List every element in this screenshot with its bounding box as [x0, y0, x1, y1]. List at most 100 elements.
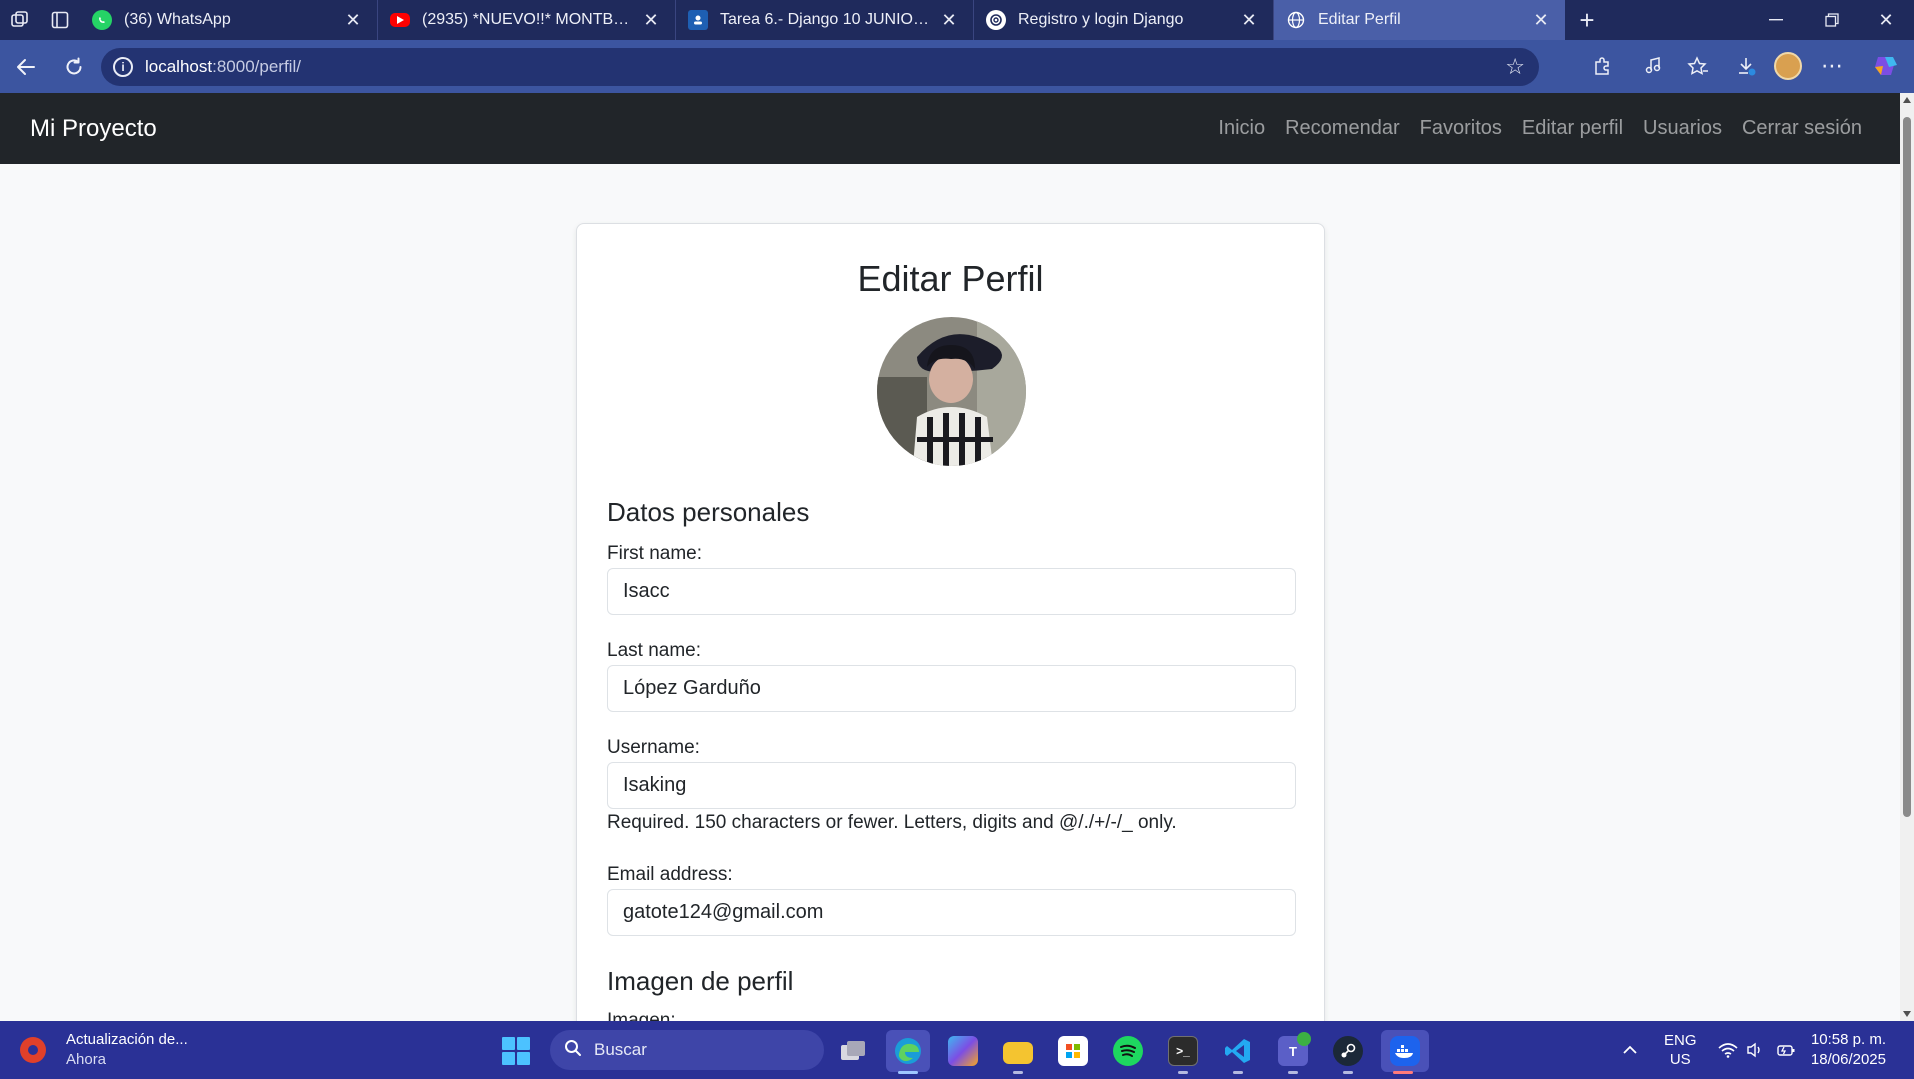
show-hidden-icons-icon[interactable] [1622, 1021, 1638, 1079]
refresh-icon[interactable] [52, 45, 96, 89]
username-label: Username: [607, 737, 700, 758]
youtube-icon [390, 13, 410, 27]
brand-logo[interactable]: Mi Proyecto [30, 115, 157, 143]
favorite-star-icon[interactable]: ☆ [1505, 54, 1525, 80]
docker-icon[interactable] [1381, 1030, 1429, 1074]
first-name-label: First name: [607, 543, 703, 564]
nav-link-editar-perfil[interactable]: Editar perfil [1522, 117, 1623, 140]
nav-link-favoritos[interactable]: Favoritos [1420, 117, 1502, 140]
scroll-down-icon[interactable] [1903, 1011, 1911, 1017]
task-view-icon[interactable] [831, 1030, 875, 1072]
clock-time: 10:58 p. m. [1810, 1031, 1886, 1048]
back-icon[interactable] [4, 45, 48, 89]
tab-tarea[interactable]: Tarea 6.- Django 10 JUNIO 2025 ✕ [676, 0, 974, 40]
notification-subtitle: Ahora [66, 1051, 107, 1068]
steam-icon[interactable] [1326, 1030, 1370, 1074]
close-icon[interactable]: ✕ [343, 10, 363, 31]
clock-date: 18/06/2025 [1810, 1051, 1886, 1068]
section-heading-imagen-de-perfil: Imagen de perfil [607, 966, 794, 996]
close-icon[interactable]: ✕ [939, 10, 959, 31]
microsoft-store-icon[interactable] [1051, 1030, 1095, 1072]
teams-icon[interactable]: T [1271, 1030, 1315, 1074]
scroll-up-icon[interactable] [1903, 97, 1911, 103]
url-path: :8000/perfil/ [212, 57, 301, 76]
new-tab-icon[interactable]: + [1565, 0, 1609, 40]
tab-title: Tarea 6.- Django 10 JUNIO 2025 [720, 11, 929, 28]
status-badge [1297, 1032, 1311, 1046]
whatsapp-icon [92, 10, 112, 30]
first-name-field[interactable]: Isacc [607, 568, 1296, 615]
copilot-icon[interactable] [1864, 44, 1908, 88]
avatar [877, 317, 1026, 466]
spotify-icon[interactable] [1106, 1030, 1150, 1072]
windows-taskbar: Actualización de... Ahora Buscar >_ T EN… [0, 1021, 1914, 1079]
last-name-label: Last name: [607, 640, 701, 661]
downloads-icon[interactable] [1724, 44, 1768, 88]
url-host: localhost [145, 57, 213, 76]
volume-icon[interactable] [1746, 1021, 1764, 1079]
tab-title: Registro y login Django [1018, 11, 1184, 28]
tab-youtube[interactable]: (2935) *NUEVO!!* MONTBLANC - ... ✕ [378, 0, 676, 40]
nav-link-recomendar[interactable]: Recomendar [1285, 117, 1400, 140]
edge-taskbar-icon[interactable] [886, 1030, 930, 1074]
tab-title: Editar Perfil [1318, 11, 1401, 28]
tab-registro[interactable]: Registro y login Django ✕ [974, 0, 1274, 40]
system-clock[interactable]: 10:58 p. m. 18/06/2025 [1811, 1030, 1886, 1070]
profile-card: Editar Perfil Datos personales First nam… [576, 223, 1325, 1043]
copilot-taskbar-icon[interactable] [941, 1030, 985, 1072]
username-help-text: Required. 150 characters or fewer. Lette… [607, 812, 1177, 833]
restore-icon[interactable] [1804, 0, 1860, 40]
classroom-icon [688, 10, 708, 30]
close-icon[interactable]: ✕ [1531, 10, 1551, 31]
search-icon [564, 1039, 582, 1062]
wifi-icon[interactable] [1718, 1021, 1738, 1079]
vertical-tabs-icon[interactable] [40, 0, 80, 40]
file-explorer-icon[interactable] [996, 1030, 1040, 1074]
nav-link-cerrar-sesion[interactable]: Cerrar sesión [1742, 117, 1862, 140]
start-icon[interactable] [502, 1037, 530, 1065]
site-navbar: Mi Proyecto Inicio Recomendar Favoritos … [0, 93, 1900, 164]
page-scrollbar[interactable] [1900, 93, 1914, 1021]
minimize-icon[interactable] [1748, 0, 1804, 40]
tab-whatsapp[interactable]: (36) WhatsApp ✕ [80, 0, 378, 40]
email-label: Email address: [607, 864, 733, 885]
nav-links: Inicio Recomendar Favoritos Editar perfi… [1218, 117, 1862, 140]
taskbar-search[interactable]: Buscar [550, 1030, 824, 1070]
nav-link-usuarios[interactable]: Usuarios [1643, 117, 1722, 140]
browser-tab-strip: (36) WhatsApp ✕ (2935) *NUEVO!!* MONTBLA… [0, 0, 1914, 40]
site-info-icon[interactable]: i [113, 57, 133, 77]
workspaces-icon[interactable] [0, 0, 40, 40]
media-control-icon[interactable] [1632, 44, 1676, 88]
close-icon[interactable]: ✕ [641, 10, 661, 31]
update-app-icon [20, 1036, 46, 1063]
language-code: ENG [1664, 1032, 1697, 1049]
email-field[interactable]: gatote124@gmail.com [607, 889, 1296, 936]
page-title: Editar Perfil [857, 258, 1044, 299]
last-name-field[interactable]: López Garduño [607, 665, 1296, 712]
window-close-icon[interactable]: ✕ [1858, 0, 1914, 40]
update-notification[interactable]: Actualización de... Ahora [20, 1031, 188, 1068]
section-heading-datos-personales: Datos personales [607, 497, 810, 527]
terminal-icon[interactable]: >_ [1161, 1030, 1205, 1074]
vscode-icon[interactable] [1216, 1030, 1260, 1074]
tab-title: (2935) *NUEVO!!* MONTBLANC - ... [422, 11, 631, 28]
search-placeholder: Buscar [594, 1040, 647, 1059]
language-indicator[interactable]: ENG US [1664, 1021, 1697, 1079]
profile-avatar[interactable] [1766, 44, 1810, 88]
tab-editar-perfil[interactable]: Editar Perfil ✕ [1274, 0, 1565, 40]
more-menu-icon[interactable]: ⋯ [1810, 44, 1854, 88]
notification-title: Actualización de... [66, 1031, 188, 1048]
favorites-icon[interactable] [1676, 44, 1720, 88]
address-bar[interactable]: i localhost:8000/perfil/ ☆ [101, 48, 1539, 86]
extensions-icon[interactable] [1580, 44, 1624, 88]
region-code: US [1669, 1051, 1691, 1068]
battery-icon[interactable] [1776, 1021, 1796, 1079]
close-icon[interactable]: ✕ [1239, 10, 1259, 31]
chatgpt-icon [986, 10, 1006, 30]
browser-toolbar: i localhost:8000/perfil/ ☆ ⋯ [0, 40, 1914, 93]
username-field[interactable]: Isaking [607, 762, 1296, 809]
tab-title: (36) WhatsApp [124, 11, 231, 28]
globe-icon [1286, 10, 1306, 30]
scrollbar-thumb[interactable] [1903, 117, 1911, 817]
nav-link-inicio[interactable]: Inicio [1218, 117, 1265, 140]
